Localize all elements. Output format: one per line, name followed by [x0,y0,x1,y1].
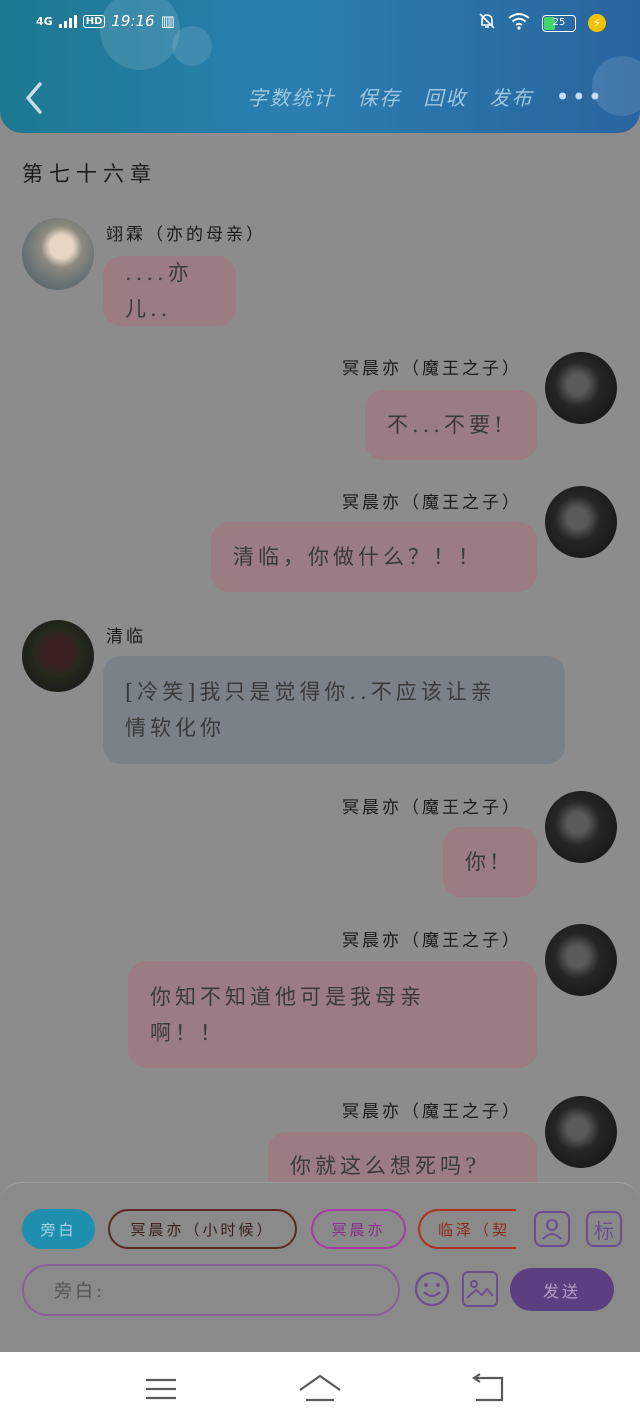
message-text: 清临，你做什么？！！ [233,545,483,569]
battery-icon: 25 [542,14,576,32]
back-button[interactable] [18,78,54,118]
menu-icon[interactable] [144,1372,178,1410]
message-text: 不...不要! [387,413,507,437]
network-label: 4G [36,14,53,28]
message-bubble[interactable]: 不...不要! [365,390,537,460]
avatar[interactable] [545,352,617,424]
emoji-icon [414,1271,450,1307]
chevron-left-icon [26,82,42,114]
input-placeholder: 旁白: [54,1281,106,1302]
battery-level: 25 [552,16,566,28]
signal-icon [58,14,77,28]
avatar[interactable] [545,791,617,863]
role-chip[interactable]: 冥晨亦 [311,1209,406,1249]
tag-button-label: 标 [594,1218,614,1243]
save-button[interactable]: 保存 [358,82,402,111]
image-button[interactable] [462,1271,498,1307]
speaker-name: 冥晨亦（魔王之子） [342,798,522,818]
image-icon [466,1280,494,1299]
avatar[interactable] [545,1096,617,1168]
message-text: 你就这么想死吗? [290,1154,481,1178]
emoji-button[interactable] [413,1270,451,1308]
speaker-name: 冥晨亦（魔王之子） [342,1102,522,1122]
message-bubble[interactable]: 你知不知道他可是我母亲 啊！！ [128,961,537,1068]
message-text: 你! [465,850,503,874]
speaker-name: 冥晨亦（魔王之子） [342,359,522,379]
send-button[interactable]: 发送 [510,1268,614,1311]
speaker-name: 冥晨亦（魔王之子） [342,493,522,513]
message-text: 啊！！ [150,1020,225,1045]
message-text: ....亦儿.. [125,261,193,321]
message-text: [冷笑]我只是觉得你..不应该让亲 [125,680,496,704]
character-manager-button[interactable] [534,1211,570,1247]
word-count-button[interactable]: 字数统计 [248,82,336,111]
message-bubble[interactable]: ....亦儿.. [103,256,236,326]
message-text: 情软化你 [125,716,225,740]
wifi-icon [508,12,530,34]
mute-icon [478,12,496,34]
message-text: 你知不知道他可是我母亲 [150,984,425,1009]
recycle-button[interactable]: 回收 [424,82,468,111]
message-input[interactable]: 旁白: [22,1264,400,1316]
avatar[interactable] [22,218,94,290]
status-bar: 4G HD 19:16 ▥ 25 ⚡ [0,10,640,40]
avatar[interactable] [545,486,617,558]
more-options-icon[interactable]: ••• [556,83,604,111]
message-bubble[interactable]: 你! [443,827,537,897]
top-bar: 4G HD 19:16 ▥ 25 ⚡ 字数统计 保存 回收 发布 ••• [0,0,640,133]
toolbar: 字数统计 保存 回收 发布 ••• [0,78,640,118]
avatar[interactable] [22,620,94,692]
speaker-name: 翊霖（亦的母亲） [106,225,266,245]
charging-icon: ⚡ [588,14,606,32]
publish-button[interactable]: 发布 [490,82,534,111]
message-bubble[interactable]: 清临，你做什么？！！ [211,522,537,592]
system-nav-bar [0,1352,640,1427]
clock: 19:16 [111,12,155,30]
speaker-name: 清临 [106,627,146,647]
person-icon [542,1219,562,1240]
home-icon[interactable] [298,1372,342,1410]
tag-button[interactable]: 标 [586,1211,622,1247]
role-chip-narration[interactable]: 旁白 [22,1209,95,1249]
role-chip[interactable]: 冥晨亦（小时候） [108,1209,297,1249]
message-bubble[interactable]: [冷笑]我只是觉得你..不应该让亲 情软化你 [103,656,565,764]
book-icon: ▥ [160,12,175,30]
avatar[interactable] [545,924,617,996]
role-chip[interactable]: 临泽（契 [418,1209,516,1249]
hd-badge: HD [82,14,106,28]
back-nav-icon[interactable] [470,1372,506,1410]
chapter-title: 第七十六章 [22,162,157,186]
speaker-name: 冥晨亦（魔王之子） [342,931,522,951]
